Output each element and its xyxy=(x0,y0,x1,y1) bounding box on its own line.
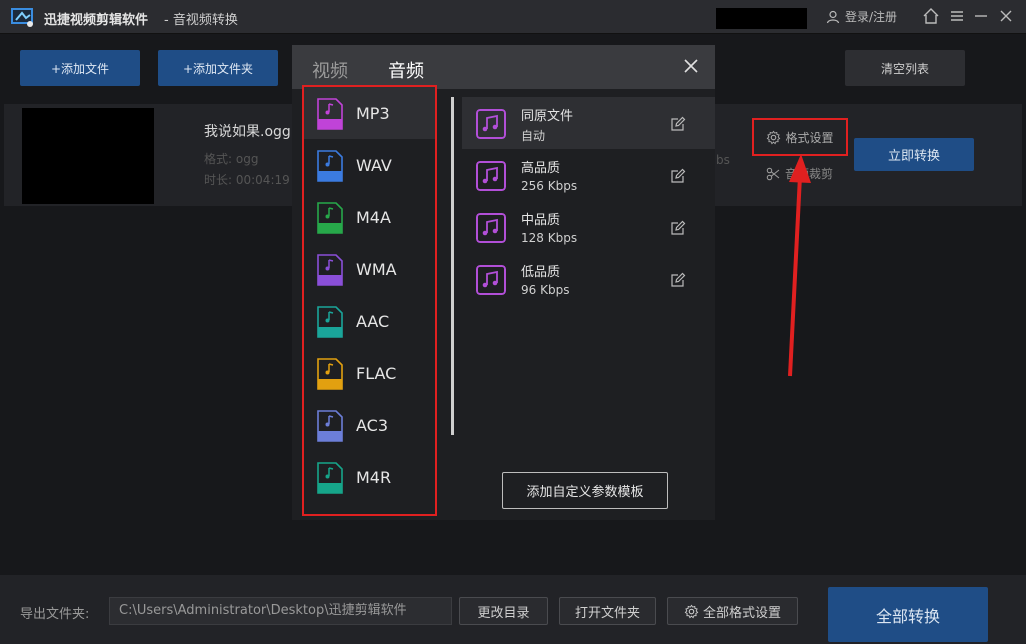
menu-icon[interactable] xyxy=(948,7,966,25)
format-label: M4A xyxy=(356,207,391,227)
convert-now-button[interactable]: 立即转换 xyxy=(854,138,974,171)
file-bitrate: bs xyxy=(716,153,730,167)
quality-desc: 256 Kbps xyxy=(521,179,578,193)
change-directory-button[interactable]: 更改目录 xyxy=(459,597,548,625)
edit-icon[interactable] xyxy=(670,168,686,184)
output-path-field[interactable]: C:\Users\Administrator\Desktop\迅捷剪辑软件 xyxy=(109,597,452,625)
add-folder-button[interactable]: +添加文件夹 xyxy=(158,50,278,86)
quality-name: 高品质 xyxy=(521,161,561,176)
all-format-setting-button[interactable]: 全部格式设置 xyxy=(667,597,798,625)
quality-desc: 自动 xyxy=(521,129,546,143)
quality-item[interactable]: 同原文件 自动 xyxy=(462,97,715,149)
tab-audio[interactable]: 音频 xyxy=(388,57,424,83)
format-label: WAV xyxy=(356,155,392,175)
app-logo-icon xyxy=(11,8,33,27)
audio-trim-label: 音频裁剪 xyxy=(785,167,834,181)
add-custom-template-button[interactable]: 添加自定义参数模板 xyxy=(502,472,668,509)
redacted-box xyxy=(716,8,807,29)
format-item-m4a[interactable]: M4A xyxy=(304,191,435,243)
format-item-aac[interactable]: AAC xyxy=(304,295,435,347)
format-item-flac[interactable]: FLAC xyxy=(304,347,435,399)
format-item-wma[interactable]: WMA xyxy=(304,243,435,295)
format-label: AAC xyxy=(356,311,390,331)
format-item-wav[interactable]: WAV xyxy=(304,139,435,191)
minimize-icon[interactable] xyxy=(972,7,990,25)
open-folder-button[interactable]: 打开文件夹 xyxy=(559,597,656,625)
title-bar: 迅捷视频剪辑软件 - 音视频转换 登录/注册 xyxy=(0,0,1026,34)
format-item-m4r[interactable]: M4R xyxy=(304,451,435,503)
bottom-bar: 导出文件夹: C:\Users\Administrator\Desktop\迅捷… xyxy=(0,575,1026,644)
music-note-icon xyxy=(476,161,506,191)
gear-icon xyxy=(684,604,699,618)
close-window-icon[interactable] xyxy=(997,7,1015,25)
login-label: 登录/注册 xyxy=(845,10,898,24)
format-label: MP3 xyxy=(356,103,390,123)
home-icon[interactable] xyxy=(922,7,940,25)
app-subtitle: - 音视频转换 xyxy=(164,13,238,28)
wma-file-icon xyxy=(317,254,343,286)
ac3-file-icon xyxy=(317,410,343,442)
format-label: AC3 xyxy=(356,415,389,435)
quality-desc: 128 Kbps xyxy=(521,231,578,245)
quality-item[interactable]: 高品质 256 Kbps xyxy=(462,149,715,201)
file-thumbnail xyxy=(22,108,154,204)
clear-list-button[interactable]: 清空列表 xyxy=(845,50,965,86)
music-note-icon xyxy=(476,265,506,295)
format-item-ac3[interactable]: AC3 xyxy=(304,399,435,451)
edit-icon[interactable] xyxy=(670,220,686,236)
arrow-shaft xyxy=(788,175,802,377)
tab-video[interactable]: 视频 xyxy=(312,57,348,83)
format-label: M4R xyxy=(356,467,392,487)
quality-desc: 96 Kbps xyxy=(521,283,570,297)
format-popup: 视频 音频 MP3 WAV M4A WMA AAC FLAC AC3 M4R 同原文件自动高品… xyxy=(292,45,715,520)
file-format: 格式: ogg xyxy=(204,152,259,166)
audio-format-list: MP3 WAV M4A WMA AAC FLAC AC3 M4R xyxy=(302,85,437,516)
aac-file-icon xyxy=(317,306,343,338)
edit-icon[interactable] xyxy=(670,272,686,288)
format-setting-button[interactable]: 格式设置 xyxy=(752,118,848,156)
format-label: WMA xyxy=(356,259,397,279)
m4a-file-icon xyxy=(317,202,343,234)
format-list-scrollbar[interactable] xyxy=(451,97,454,435)
flac-file-icon xyxy=(317,358,343,390)
format-label: FLAC xyxy=(356,363,397,383)
add-file-button[interactable]: +添加文件 xyxy=(20,50,140,86)
popup-header: 视频 音频 xyxy=(292,45,715,89)
music-note-icon xyxy=(476,213,506,243)
quality-name: 中品质 xyxy=(521,213,561,228)
user-icon xyxy=(826,10,840,23)
mp3-file-icon xyxy=(317,98,343,130)
quality-name: 低品质 xyxy=(521,265,561,280)
wav-file-icon xyxy=(317,150,343,182)
music-note-icon xyxy=(476,109,506,139)
audio-trim-button[interactable]: 音频裁剪 xyxy=(766,165,833,182)
close-icon[interactable] xyxy=(682,57,700,75)
m4r-file-icon xyxy=(317,462,343,494)
file-name: 我说如果.ogg xyxy=(204,124,291,140)
scissors-icon xyxy=(766,167,780,180)
edit-icon[interactable] xyxy=(670,116,686,132)
quality-name: 同原文件 xyxy=(521,109,574,124)
format-item-mp3[interactable]: MP3 xyxy=(304,87,435,139)
convert-all-button[interactable]: 全部转换 xyxy=(828,587,988,642)
all-format-setting-label: 全部格式设置 xyxy=(702,605,781,621)
format-setting-label: 格式设置 xyxy=(785,130,834,145)
app-title: 迅捷视频剪辑软件 xyxy=(44,13,149,28)
file-duration: 时长: 00:04:19 xyxy=(204,173,290,187)
output-folder-label: 导出文件夹: xyxy=(20,607,90,622)
login-button[interactable]: 登录/注册 xyxy=(826,8,897,25)
quality-item[interactable]: 低品质 96 Kbps xyxy=(462,253,715,305)
gear-icon xyxy=(767,130,781,144)
quality-item[interactable]: 中品质 128 Kbps xyxy=(462,201,715,253)
